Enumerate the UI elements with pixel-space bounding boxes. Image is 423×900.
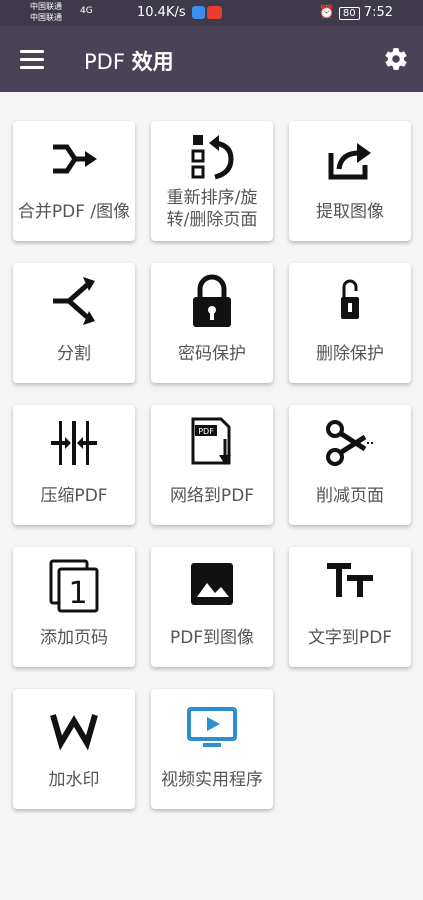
watermark-icon (50, 714, 98, 751)
compress-icon (51, 421, 97, 465)
network-speed: 10.4K/s (137, 5, 186, 20)
tile-label: 压缩PDF (40, 486, 108, 506)
svg-text:PDF: PDF (198, 427, 214, 436)
remove-protection-tile[interactable]: 删除保护 (289, 263, 411, 383)
text-to-pdf-tile[interactable]: 文字到PDF (289, 547, 411, 667)
tile-label: 添加页码 (40, 628, 108, 648)
trim-pages-tile[interactable]: 削减页面 (289, 405, 411, 525)
scissors-icon (326, 420, 375, 466)
alarm-icon: ⏰ (318, 5, 335, 20)
tile-label: 密码保护 (178, 344, 246, 364)
tile-label: 视频实用程序 (161, 770, 263, 790)
web-to-pdf-icon: PDF (191, 417, 231, 465)
compress-pdf-tile[interactable]: 压缩PDF (13, 405, 135, 525)
gear-icon[interactable] (383, 46, 409, 72)
unlock-icon (341, 279, 359, 319)
carrier-labels: 中国联通 中国联通 (30, 2, 62, 22)
tile-label: 网络到PDF (169, 486, 255, 506)
tile-label: 削减页面 (316, 486, 384, 506)
tile-label: 合并PDF /图像 (17, 202, 131, 222)
tile-label: 文字到PDF (307, 628, 393, 648)
app-toolbar: PDF 效用 (0, 26, 423, 92)
lock-icon (193, 274, 231, 327)
extract-share-icon (328, 143, 371, 180)
tile-label: 提取图像 (316, 202, 384, 222)
extract-images-tile[interactable]: 提取图像 (289, 121, 411, 241)
add-page-numbers-tile[interactable]: 1 添加页码 (13, 547, 135, 667)
reorder-pages-tile[interactable]: 重新排序/旋转/删除页面 (151, 121, 273, 241)
battery-level: 80 (338, 7, 360, 20)
video-utility-tile[interactable]: 视频实用程序 (151, 689, 273, 809)
tile-label: PDF到图像 (169, 628, 255, 648)
hamburger-menu-icon[interactable] (20, 50, 44, 70)
web-to-pdf-tile[interactable]: PDF 网络到PDF (151, 405, 273, 525)
page-title: PDF 效用 (84, 50, 174, 74)
pdf-to-image-tile[interactable]: PDF到图像 (151, 547, 273, 667)
status-bar: 中国联通 中国联通 4G 10.4K/s ⏰ 80 7:52 (0, 0, 423, 26)
merge-pdf-tile[interactable]: 合并PDF /图像 (13, 121, 135, 241)
image-icon (191, 563, 233, 605)
page-number-icon: 1 (49, 559, 99, 613)
notification-app-icon (207, 6, 222, 19)
merge-icon (53, 144, 97, 174)
split-tile[interactable]: 分割 (13, 263, 135, 383)
watermark-tile[interactable]: 加水印 (13, 689, 135, 809)
tile-label: 分割 (57, 344, 91, 364)
tile-label: 删除保护 (316, 344, 384, 364)
text-icon (327, 563, 373, 597)
video-icon (187, 707, 237, 747)
tile-label: 加水印 (48, 770, 100, 790)
notification-app-icon (192, 6, 205, 19)
svg-text:1: 1 (68, 576, 87, 611)
tile-label: 重新排序/旋转/删除页面 (166, 188, 258, 230)
status-right: ⏰ 80 7:52 (319, 5, 393, 20)
split-icon (53, 277, 95, 325)
clock: 7:52 (363, 5, 393, 20)
password-protect-tile[interactable]: 密码保护 (151, 263, 273, 383)
reorder-rotate-icon (191, 135, 234, 180)
signal-indicator: 4G (80, 6, 93, 16)
